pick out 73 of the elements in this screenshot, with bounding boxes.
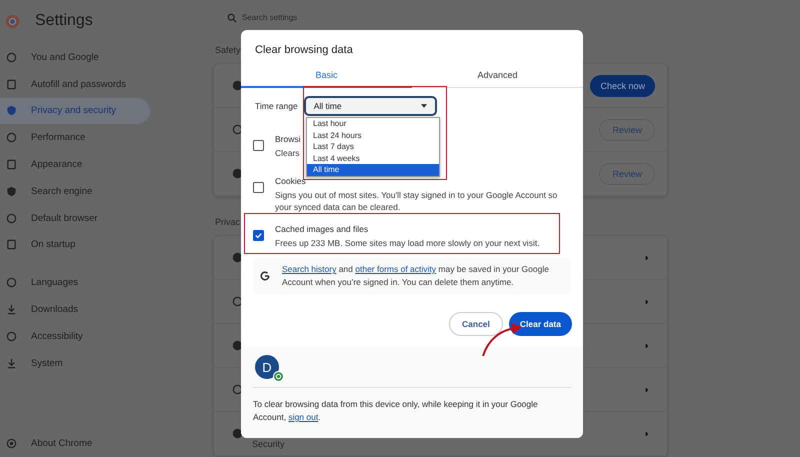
section-heading: Safety <box>214 44 241 57</box>
dropdown-option[interactable]: Last hour <box>307 118 439 130</box>
sidebar-item[interactable]: Search engine <box>0 178 150 205</box>
option-description: Signs you out of most sites. You'll stay signed in to your Google Account so your synced data can be cleared. <box>275 189 558 213</box>
row-icon <box>232 296 243 307</box>
menu-item-icon <box>6 277 17 288</box>
dialog-title: Clear browsing data <box>254 43 354 58</box>
option-label: Browsi <box>275 134 301 144</box>
sidebar-item[interactable]: Accessibility <box>0 322 150 350</box>
search-field[interactable]: Search settings <box>242 13 392 22</box>
option-description: Frees up 233 MB. Some sites may load more slowly on your next visit. <box>275 237 540 249</box>
dropdown-caret-icon <box>420 104 427 108</box>
checkbox[interactable] <box>253 230 264 241</box>
menu-item-icon <box>6 330 17 342</box>
sidebar-item[interactable]: Performance <box>0 124 150 152</box>
dialog-tab[interactable]: Basic <box>241 66 412 88</box>
dropdown-option[interactable]: All time <box>307 164 439 176</box>
time-range-select[interactable]: All time <box>304 96 437 116</box>
chevron-right-icon <box>645 254 649 260</box>
sidebar-item[interactable]: Languages <box>0 269 150 296</box>
chevron-right-icon <box>645 342 649 348</box>
sidebar-item[interactable]: Privacy and security <box>0 98 150 124</box>
option-label: Cached images and files <box>275 224 368 234</box>
row-icon <box>232 384 243 395</box>
activity-notice-text: Search history and other forms of activity may be saved in your Google Account when you’re signed in. You can delete them anytime. <box>282 263 550 289</box>
sidebar-item[interactable]: Default browser <box>0 204 150 232</box>
menu-item-icon <box>6 132 17 144</box>
time-range-label: Time range <box>255 101 298 111</box>
sidebar-item[interactable]: About Chrome <box>0 430 150 457</box>
chevron-right-icon <box>645 430 649 436</box>
sidebar-item[interactable]: System <box>0 350 150 377</box>
menu-item-icon <box>6 105 17 116</box>
sign-out-link[interactable]: sign out <box>288 412 318 422</box>
sidebar-item[interactable]: You and Google <box>0 44 150 71</box>
sign-out-notice-text: To clear browsing data from this device only, while keeping it in your Google Account, sign out. <box>253 398 539 424</box>
review-button[interactable]: Review <box>599 162 655 184</box>
clear-data-button[interactable]: Clear data <box>508 312 572 336</box>
sidebar-item[interactable]: Autofill and passwords <box>0 70 150 98</box>
checkbox[interactable] <box>253 140 264 151</box>
google-icon <box>260 271 270 281</box>
menu-item-icon <box>6 52 17 63</box>
sync-badge-icon <box>273 371 284 382</box>
sidebar-item[interactable]: On startup <box>0 232 150 258</box>
dialog-tab[interactable]: Advanced <box>412 66 583 88</box>
option-description: Clears <box>275 147 300 159</box>
dropdown-option[interactable]: Last 24 hours <box>307 130 439 141</box>
menu-item-icon <box>6 239 17 250</box>
row-icon <box>232 124 243 135</box>
section-heading: Privac <box>214 216 240 229</box>
notice-link[interactable]: other forms of activity <box>355 264 436 274</box>
checkbox[interactable] <box>253 182 264 193</box>
option-label: Cookies <box>275 176 306 186</box>
browser-logo-icon <box>5 14 20 28</box>
menu-item-icon <box>6 186 17 197</box>
search-icon <box>227 12 237 22</box>
check-now-button[interactable]: Check now <box>590 74 655 96</box>
menu-item-icon <box>6 78 17 90</box>
menu-item-icon <box>6 304 17 316</box>
dropdown-option[interactable]: Last 4 weeks <box>307 152 439 164</box>
review-button[interactable]: Review <box>599 118 655 140</box>
chevron-right-icon <box>645 386 649 392</box>
notice-link[interactable]: Search history <box>282 264 336 274</box>
menu-item-icon <box>6 159 17 170</box>
sidebar-item[interactable]: Appearance <box>0 151 150 178</box>
dropdown-option[interactable]: Last 7 days <box>307 141 439 152</box>
sidebar-item[interactable]: Downloads <box>0 296 150 323</box>
row-icon <box>232 428 243 439</box>
menu-item-icon <box>6 212 17 224</box>
cancel-button[interactable]: Cancel <box>449 312 503 336</box>
section-heading: Security <box>252 439 285 449</box>
chevron-right-icon <box>645 298 649 304</box>
menu-item-icon <box>6 358 17 369</box>
settings-title: Settings <box>35 12 93 30</box>
